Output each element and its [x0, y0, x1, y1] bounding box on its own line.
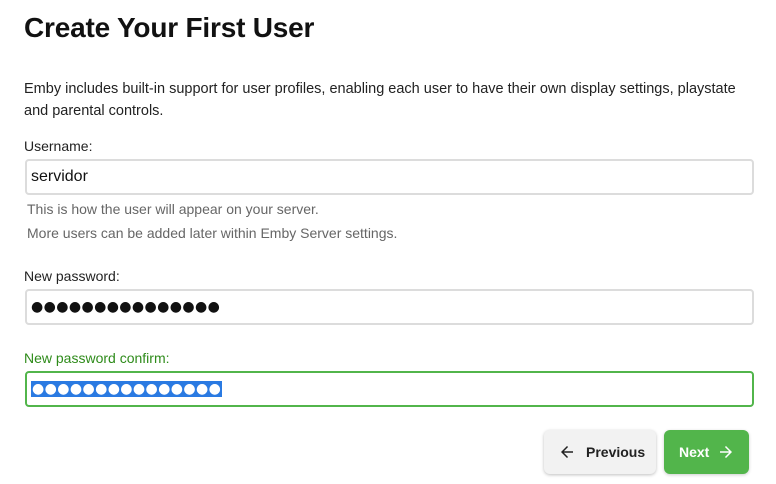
password-label: New password: — [24, 268, 120, 284]
password-confirm-masked-value: ●●●●●●●●●●●●●●● — [31, 381, 223, 397]
password-confirm-label: New password confirm: — [24, 350, 170, 366]
previous-button-label: Previous — [586, 444, 646, 460]
previous-button[interactable]: Previous — [544, 430, 656, 474]
arrow-left-icon — [558, 443, 576, 461]
arrow-right-icon — [717, 443, 735, 461]
intro-text: Emby includes built-in support for user … — [24, 81, 736, 119]
next-button-label: Next — [679, 444, 710, 460]
password-confirm-input[interactable]: ●●●●●●●●●●●●●●● — [25, 371, 754, 407]
username-help-text: This is how the user will appear on your… — [27, 201, 319, 217]
password-input[interactable]: ●●●●●●●●●●●●●●● — [25, 289, 754, 325]
username-input[interactable]: servidor — [25, 159, 754, 195]
username-value: servidor — [31, 168, 88, 185]
create-user-page: Create Your First User Emby includes bui… — [0, 0, 776, 484]
page-title: Create Your First User — [24, 12, 315, 43]
next-button[interactable]: Next — [664, 430, 749, 474]
password-masked-value: ●●●●●●●●●●●●●●● — [31, 299, 221, 315]
username-label: Username: — [24, 138, 93, 154]
username-help-text-2: More users can be added later within Emb… — [27, 225, 398, 241]
